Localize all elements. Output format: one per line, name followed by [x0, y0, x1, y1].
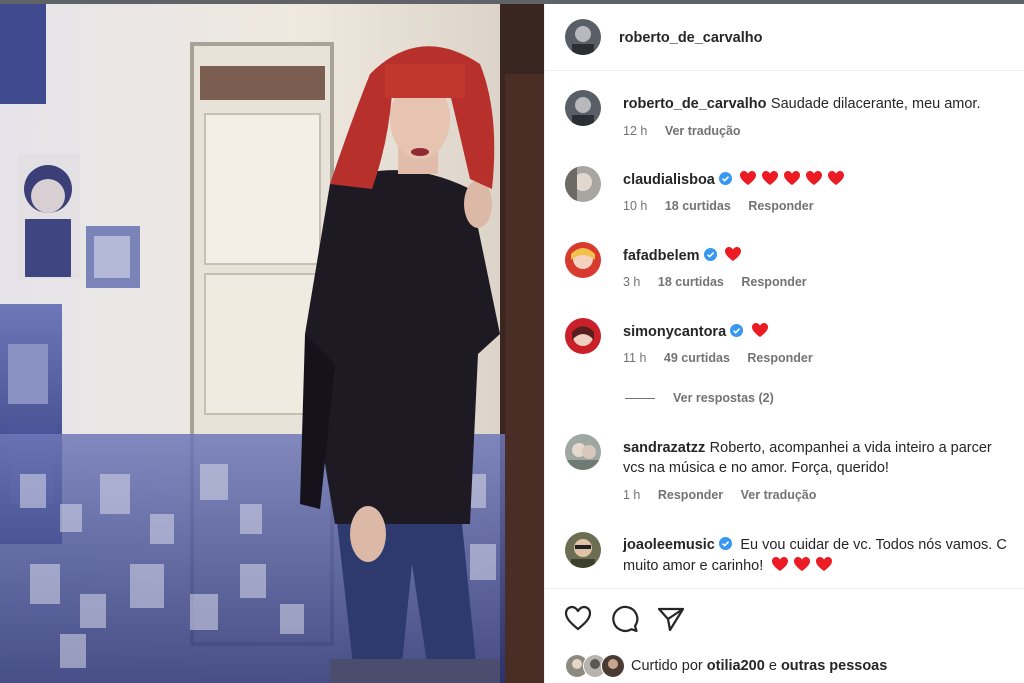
comment-avatar-image	[565, 434, 601, 470]
heart-outline-icon[interactable]	[564, 605, 592, 631]
liked-by-others[interactable]: outras pessoas	[781, 658, 887, 674]
comment-likes[interactable]: 18 curtidas	[658, 275, 724, 289]
red-heart-icon	[806, 171, 823, 185]
comment-icon[interactable]	[611, 605, 639, 633]
comment-time[interactable]: 10 h	[623, 199, 647, 213]
comment-username[interactable]: simonycantora	[623, 324, 726, 340]
liker-avatar	[601, 654, 625, 678]
red-heart-icon	[771, 557, 788, 571]
liker-avatar-image	[602, 655, 624, 677]
verified-badge-icon	[718, 172, 732, 185]
comment-avatar[interactable]	[565, 532, 601, 568]
comment-avatar-image	[565, 318, 601, 354]
comment-text: Roberto, acompanhei a vida inteiro a par…	[709, 440, 992, 456]
comment-text-continued: muito amor e carinho!	[623, 558, 764, 574]
comment-avatar[interactable]	[565, 434, 601, 470]
header-divider	[545, 70, 1024, 71]
author-avatar-image	[565, 19, 601, 55]
red-heart-icon	[828, 171, 845, 185]
comment-meta: 1 h Responder Ver tradução	[623, 488, 830, 502]
caption-translate-link[interactable]: Ver tradução	[665, 124, 741, 138]
reply-button[interactable]: Responder	[658, 488, 723, 502]
caption-avatar[interactable]	[565, 90, 601, 126]
verified-badge-icon	[703, 248, 717, 261]
caption-time[interactable]: 12 h	[623, 124, 647, 138]
caption-username[interactable]: roberto_de_carvalho	[623, 96, 766, 112]
reply-button[interactable]: Responder	[741, 275, 806, 289]
comment-avatar-image	[565, 242, 601, 278]
comment-avatar-image	[565, 166, 601, 202]
comment-likes[interactable]: 49 curtidas	[664, 351, 730, 365]
liked-by-connector: e	[768, 658, 777, 674]
comment-meta: 3 h 18 curtidas Responder	[623, 275, 821, 289]
comment-meta: 11 h 49 curtidas Responder	[623, 351, 827, 365]
view-replies-button[interactable]: Ver respostas (2)	[673, 391, 774, 405]
post-side-panel: roberto_de_carvalho roberto_de_carvalho …	[544, 4, 1024, 683]
caption-line: roberto_de_carvalho Saudade dilacerante,…	[623, 95, 980, 113]
post-photo[interactable]	[0, 4, 544, 683]
caption-meta: 12 h Ver tradução	[623, 124, 755, 138]
red-heart-icon	[793, 557, 810, 571]
comment-username[interactable]: claudialisboa	[623, 172, 715, 188]
red-heart-icon	[815, 557, 832, 571]
red-heart-icon	[784, 171, 801, 185]
comment-avatar-image	[565, 532, 601, 568]
comment-time[interactable]: 3 h	[623, 275, 640, 289]
liked-by-prefix: Curtido por	[631, 658, 703, 674]
red-heart-icon	[740, 171, 757, 185]
red-heart-icon	[762, 171, 779, 185]
caption-avatar-image	[565, 90, 601, 126]
comment-line: joaoleemusic Eu vou cuidar de vc. Todos …	[623, 536, 1007, 554]
comment-username[interactable]: sandrazatzz	[623, 440, 705, 456]
photo-illustration	[0, 4, 544, 683]
comment-likes[interactable]: 18 curtidas	[665, 199, 731, 213]
comment-text: Eu vou cuidar de vc. Todos nós vamos. C	[740, 537, 1007, 553]
comment-line: simonycantora	[623, 323, 774, 341]
red-heart-icon	[751, 323, 768, 337]
comment-avatar[interactable]	[565, 166, 601, 202]
author-username[interactable]: roberto_de_carvalho	[619, 30, 762, 46]
red-heart-icon	[725, 247, 742, 261]
view-replies-line	[625, 398, 655, 399]
comment-line: sandrazatzz Roberto, acompanhei a vida i…	[623, 439, 992, 457]
caption-text: Saudade dilacerante, meu amor.	[770, 96, 981, 112]
actions-divider	[545, 588, 1024, 589]
verified-badge-icon	[730, 324, 744, 337]
comment-line-continued: muito amor e carinho!	[623, 557, 838, 575]
reply-button[interactable]: Responder	[747, 351, 812, 365]
reply-button[interactable]: Responder	[748, 199, 813, 213]
verified-badge-icon	[718, 537, 732, 550]
comment-line: claudialisboa	[623, 171, 850, 189]
comment-avatar[interactable]	[565, 242, 601, 278]
comment-time[interactable]: 11 h	[623, 351, 646, 365]
comment-username[interactable]: fafadbelem	[623, 248, 700, 264]
translate-link[interactable]: Ver tradução	[741, 488, 817, 502]
comment-time[interactable]: 1 h	[623, 488, 640, 502]
comment-line: fafadbelem	[623, 247, 747, 265]
liked-by-text: Curtido por otilia200 e outras pessoas	[631, 658, 887, 674]
liked-by-user[interactable]: otilia200	[707, 658, 765, 674]
author-avatar[interactable]	[565, 19, 601, 55]
comment-avatar[interactable]	[565, 318, 601, 354]
share-icon[interactable]	[657, 606, 685, 632]
comment-text-continued: vcs na música e no amor. Força, querido!	[623, 460, 889, 476]
comment-username[interactable]: joaoleemusic	[623, 537, 715, 553]
liked-by-avatars[interactable]	[565, 654, 627, 678]
comment-meta: 10 h 18 curtidas Responder	[623, 199, 828, 213]
